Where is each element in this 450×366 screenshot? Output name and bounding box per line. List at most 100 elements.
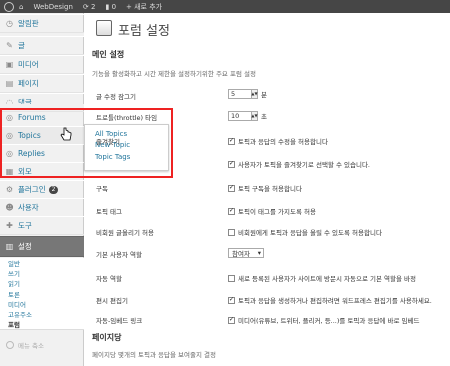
- subscriptions-checkbox[interactable]: ✓: [228, 184, 235, 192]
- sidebar-item-label: 도구: [18, 221, 32, 230]
- settings-icon: ▥: [5, 242, 14, 251]
- sidebar-item-label: 외모: [18, 167, 32, 176]
- submenu-item-permalinks[interactable]: 고유주소: [0, 309, 84, 319]
- throttle-input[interactable]: 10: [228, 111, 252, 121]
- sidebar-item-pages[interactable]: ▤ 페이지: [0, 74, 84, 93]
- replies-icon: ◎: [6, 149, 13, 158]
- sidebar-item-label: 사용자: [18, 203, 39, 212]
- sidebar-item-users[interactable]: ☻ 사용자: [0, 198, 84, 217]
- settings-submenu: 일반 쓰기 읽기 토론 미디어 고유주소 포럼: [0, 258, 84, 331]
- sidebar-item-label: Replies: [18, 149, 45, 158]
- collapse-arrow-icon: [6, 341, 14, 349]
- site-name-link[interactable]: WebDesign: [28, 0, 77, 13]
- subscriptions-option: ✓ 토픽 구독을 허용합니다: [228, 183, 302, 193]
- topic-tags-option: ✓ 토픽이 태그를 가지도록 허용: [228, 206, 316, 216]
- default-role-select[interactable]: 참여자 ▾: [228, 248, 264, 258]
- allow-edit-text: 토픽과 응답의 수정을 허용합니다: [238, 138, 328, 146]
- row-label-auto-embed: 자동-임베드 링크: [96, 317, 143, 325]
- lock-edit-control: 5 ▲▼ 분: [228, 89, 267, 99]
- sidebar-item-label: Topics: [18, 131, 41, 140]
- collapse-menu-button[interactable]: 메뉴 축소: [0, 337, 84, 353]
- auto-role-checkbox[interactable]: [228, 274, 235, 282]
- topic-tags-text: 토픽이 태그를 가지도록 허용: [238, 208, 316, 216]
- sidebar-item-tools[interactable]: ✚ 도구: [0, 216, 84, 235]
- sidebar-item-plugins[interactable]: ⚙ 플러그인 2: [0, 180, 84, 199]
- sidebar-item-label: Forums: [18, 113, 46, 122]
- topic-tags-checkbox[interactable]: ✓: [228, 207, 235, 215]
- new-content-link[interactable]: + 새로 추가: [121, 0, 167, 13]
- main-content: 포럼 설정 메인 설정 기능을 활성화하고 시간 제한을 설정하기위한 주요 포…: [88, 13, 450, 366]
- sidebar-item-media[interactable]: ▣ 미디어: [0, 55, 84, 74]
- page-title: 포럼 설정: [118, 24, 170, 39]
- submenu-item-forums[interactable]: 포럼: [0, 319, 84, 329]
- row-label-subscriptions: 구독: [96, 185, 108, 193]
- page-icon: ▤: [5, 79, 14, 88]
- submenu-item-media[interactable]: 미디어: [0, 299, 84, 309]
- sidebar-item-forums[interactable]: ◎ Forums: [0, 108, 84, 127]
- section-desc-main: 기능을 활성화하고 시간 제한을 설정하기위한 주요 포럼 설정: [92, 70, 256, 78]
- refresh-icon: ⟳: [82, 2, 89, 11]
- submenu-item-reading[interactable]: 읽기: [0, 278, 84, 288]
- row-label-default-role: 기본 사용자 역할: [96, 251, 142, 259]
- wordpress-logo-icon[interactable]: [4, 1, 14, 12]
- throttle-control: 10 ▲▼ 초: [228, 111, 267, 121]
- allow-edit-option: ✓ 토픽과 응답의 수정을 허용합니다: [228, 136, 328, 146]
- fancy-editor-option: ✓ 토픽과 응답을 생성하거나 편집하려면 워드프레스 편집기를 사용하세요.: [228, 295, 432, 305]
- admin-bar: ⌂ WebDesign ⟳ 2 ▮ 0 + 새로 추가: [0, 0, 450, 13]
- subscriptions-text: 토픽 구독을 허용합니다: [238, 185, 302, 193]
- anonymous-checkbox[interactable]: [228, 228, 235, 236]
- favorites-checkbox[interactable]: ✓: [228, 160, 235, 168]
- sidebar-item-label: 글: [18, 41, 25, 50]
- auto-embed-option: ✓ 미디어(유튜브, 트위터, 플리커, 등...)를 토픽과 응답에 바로 임베…: [228, 315, 419, 325]
- auto-embed-checkbox[interactable]: ✓: [228, 316, 235, 324]
- settings-page-icon: [96, 20, 112, 36]
- sidebar-item-label: 설정: [18, 242, 32, 251]
- comments-count: 0: [111, 2, 117, 11]
- allow-edit-checkbox[interactable]: ✓: [228, 137, 235, 145]
- anonymous-option: 비회원에게 토픽과 응답을 올릴 수 있도록 허용합니다: [228, 227, 382, 237]
- row-label-favorites: 즐겨찾기: [96, 138, 120, 146]
- submenu-item-general[interactable]: 일반: [0, 258, 84, 268]
- forums-icon: ◎: [6, 113, 13, 122]
- sidebar-item-appearance[interactable]: ▦ 외모: [0, 162, 84, 181]
- hand-cursor-icon: [60, 127, 72, 141]
- fancy-editor-text: 토픽과 응답을 생성하거나 편집하려면 워드프레스 편집기를 사용하세요.: [238, 297, 432, 305]
- default-role-value: 참여자: [232, 250, 250, 258]
- submenu-item-discussion[interactable]: 토론: [0, 289, 84, 299]
- lock-edit-unit: 분: [261, 91, 267, 99]
- chevron-down-icon: ▾: [257, 249, 261, 257]
- favorites-option: ✓ 사용자가 토픽을 즐겨찾기로 선택할 수 있습니다.: [228, 159, 370, 169]
- fancy-editor-checkbox[interactable]: ✓: [228, 296, 235, 304]
- update-count-badge: 2: [48, 185, 59, 194]
- home-icon[interactable]: ⌂: [14, 0, 28, 13]
- sidebar-item-settings[interactable]: ▥ 설정: [0, 236, 84, 257]
- row-label-auto-role: 자동 역할: [96, 275, 122, 283]
- topics-icon: ◎: [6, 131, 13, 140]
- throttle-spinner[interactable]: ▲▼: [251, 111, 258, 121]
- lock-edit-input[interactable]: 5: [228, 89, 252, 99]
- plugin-icon: ⚙: [5, 185, 14, 194]
- default-role-control: 참여자 ▾: [228, 248, 264, 258]
- updates-count: 2: [91, 2, 96, 11]
- row-label-anonymous: 비회원 글올리기 허용: [96, 229, 154, 237]
- throttle-unit: 초: [261, 113, 267, 121]
- users-icon: ☻: [5, 203, 14, 212]
- row-label-lock-edit: 글 수정 잠그기: [96, 93, 137, 101]
- media-icon: ▣: [5, 60, 14, 69]
- sidebar-item-label: 알림판: [18, 19, 39, 28]
- dashboard-icon: ◷: [6, 19, 13, 28]
- section-title-paging: 페이지당: [92, 333, 122, 342]
- row-label-throttle: 트로틀(throttle) 타임: [96, 114, 158, 122]
- sidebar-item-dashboard[interactable]: ◷ 알림판: [0, 14, 84, 33]
- auto-embed-text: 미디어(유튜브, 트위터, 플리커, 등...)를 토픽과 응답에 바로 임베드: [238, 317, 420, 325]
- auto-role-text: 새로 등록된 사용자가 사이트에 방문시 자동으로 기본 역할을 바정: [238, 275, 416, 283]
- comments-link[interactable]: ▮ 0: [100, 0, 121, 13]
- section-desc-paging: 페이지당 몇개의 토픽과 응답을 보여줄지 결정: [92, 351, 216, 359]
- sidebar-item-posts[interactable]: ✎ 글: [0, 36, 84, 55]
- tools-icon: ✚: [6, 221, 13, 230]
- submenu-item-writing[interactable]: 쓰기: [0, 268, 84, 278]
- updates-link[interactable]: ⟳ 2: [78, 0, 101, 13]
- sidebar-item-replies[interactable]: ◎ Replies: [0, 144, 84, 163]
- lock-edit-spinner[interactable]: ▲▼: [251, 89, 258, 99]
- comment-bubble-icon: ▮: [105, 2, 110, 11]
